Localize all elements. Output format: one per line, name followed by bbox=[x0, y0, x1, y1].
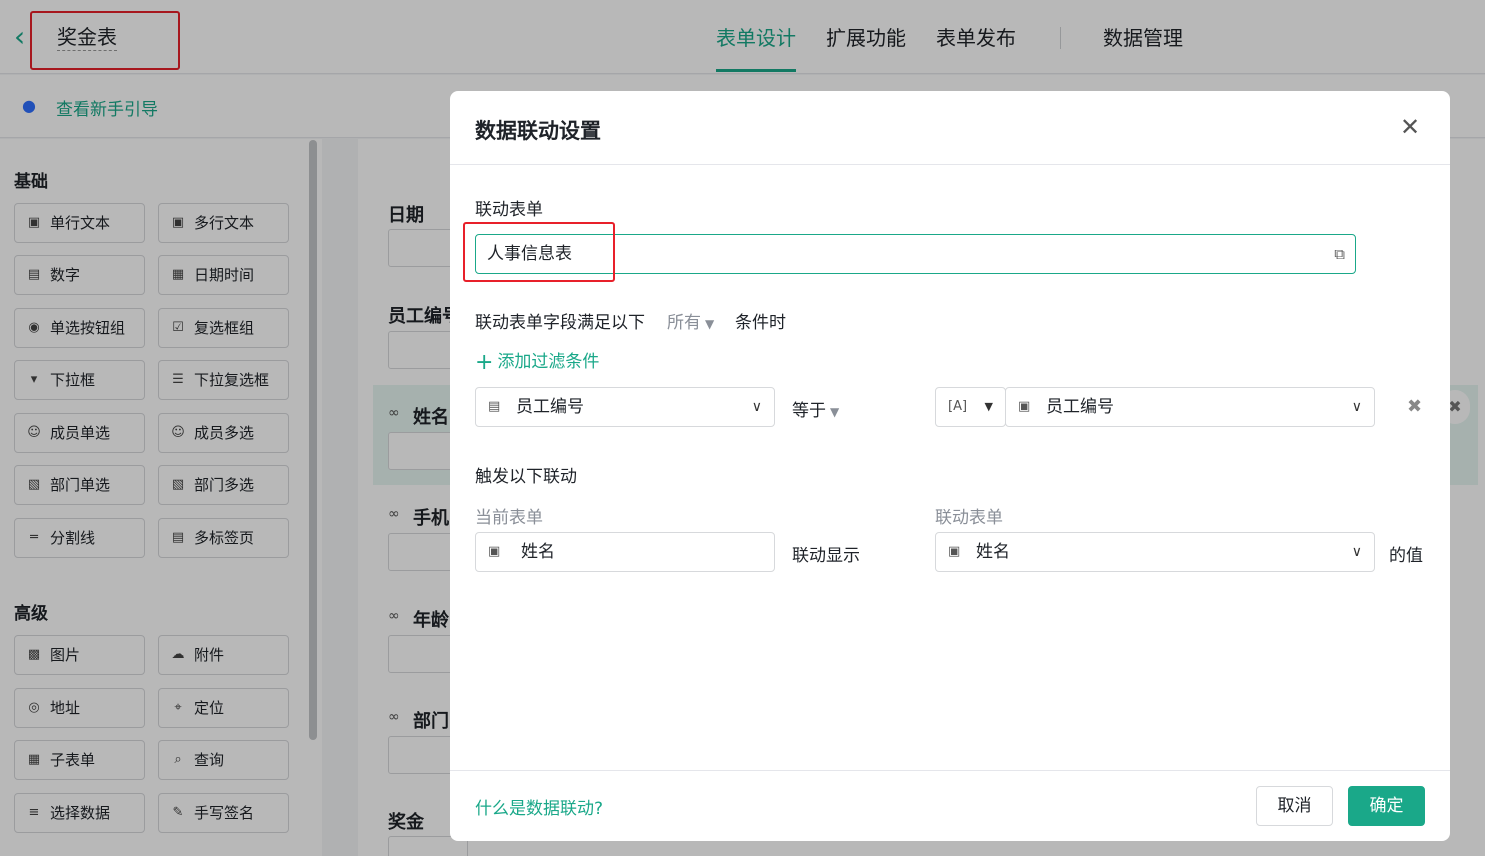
filter-operator-value: 等于 bbox=[792, 401, 826, 421]
current-field-value: 姓名 bbox=[521, 542, 555, 562]
close-icon[interactable]: ✕ bbox=[1398, 115, 1422, 139]
filter-field-value: 员工编号 bbox=[516, 397, 584, 417]
linked-field-select[interactable]: ▣ 姓名 ∨ bbox=[935, 532, 1375, 572]
link-action-label: 联动显示 bbox=[792, 546, 860, 566]
condition-mode-value: 所有 bbox=[667, 313, 701, 333]
chevron-down-icon: ∨ bbox=[1351, 399, 1362, 415]
dialog-title: 数据联动设置 bbox=[475, 119, 601, 143]
text-field-icon: ▣ bbox=[1018, 399, 1031, 414]
form-picker-icon[interactable]: ⧉ bbox=[1334, 235, 1345, 273]
caret-down-icon: ▼ bbox=[705, 317, 715, 331]
help-link[interactable]: 什么是数据联动? bbox=[475, 794, 603, 819]
number-field-icon: ▤ bbox=[488, 399, 501, 414]
filter-field-select[interactable]: ▤ 员工编号 ∨ bbox=[475, 387, 775, 427]
dialog-header: 数据联动设置 ✕ bbox=[450, 91, 1450, 165]
text-field-icon: ▣ bbox=[488, 544, 501, 559]
linked-field-value: 姓名 bbox=[976, 542, 1010, 562]
condition-mode-dropdown[interactable]: 所有 ▼ bbox=[667, 308, 714, 333]
linked-form-label: 联动表单 bbox=[475, 200, 543, 220]
confirm-button[interactable]: 确定 bbox=[1348, 786, 1425, 826]
filter-value-type-select[interactable]: [A] ▼ bbox=[935, 387, 1006, 427]
filter-value-field-select[interactable]: ▣ 员工编号 ∨ bbox=[1005, 387, 1375, 427]
chevron-down-icon: ∨ bbox=[1351, 544, 1362, 560]
cancel-button[interactable]: 取消 bbox=[1256, 786, 1333, 826]
condition-suffix: 条件时 bbox=[735, 313, 786, 333]
text-field-icon: ▣ bbox=[948, 544, 961, 559]
plus-icon: + bbox=[475, 350, 494, 375]
current-form-col-label: 当前表单 bbox=[475, 508, 543, 528]
data-linkage-dialog: 数据联动设置 ✕ 联动表单 人事信息表 ⧉ 联动表单字段满足以下 所有 ▼ 条件时… bbox=[450, 91, 1450, 841]
delete-filter-icon[interactable]: ✖ bbox=[1407, 396, 1422, 417]
value-suffix-label: 的值 bbox=[1389, 546, 1423, 566]
caret-down-icon: ▼ bbox=[984, 400, 993, 413]
highlight-box-linked-form bbox=[463, 222, 615, 282]
linked-form-col-label: 联动表单 bbox=[935, 508, 1003, 528]
caret-down-icon: ▼ bbox=[830, 405, 840, 419]
add-filter-button[interactable]: + 添加过滤条件 bbox=[475, 347, 599, 375]
condition-prefix: 联动表单字段满足以下 bbox=[475, 313, 645, 333]
chevron-down-icon: ∨ bbox=[751, 399, 762, 415]
filter-operator-dropdown[interactable]: 等于 ▼ bbox=[792, 396, 839, 421]
filter-value-field: 员工编号 bbox=[1046, 397, 1114, 417]
text-type-icon: [A] bbox=[948, 399, 968, 414]
current-field-select[interactable]: ▣ 姓名 bbox=[475, 532, 775, 572]
trigger-label: 触发以下联动 bbox=[475, 467, 577, 487]
